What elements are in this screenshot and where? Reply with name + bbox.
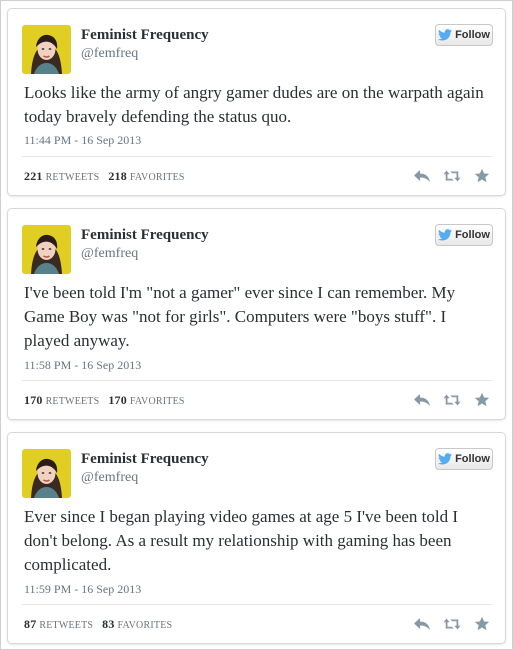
display-name[interactable]: Feminist Frequency (81, 27, 209, 44)
follow-label: Follow (455, 29, 490, 41)
display-name[interactable]: Feminist Frequency (81, 451, 209, 468)
retweets-label: RETWEETS (45, 172, 100, 183)
follow-label: Follow (455, 453, 490, 465)
retweet-icon[interactable] (443, 167, 461, 185)
twitter-bird-icon (438, 453, 453, 465)
divider (22, 604, 493, 605)
favorites-label: FAVORITES (129, 172, 185, 183)
display-name[interactable]: Feminist Frequency (81, 227, 209, 244)
tweet-actions (413, 615, 491, 633)
favorites-label: FAVORITES (117, 620, 173, 631)
retweet-count[interactable]: 221 (24, 169, 43, 183)
reply-icon[interactable] (413, 391, 431, 409)
retweet-count[interactable]: 87 (24, 617, 36, 631)
tweet-card: Feminist Frequency @femfreq Follow I've … (7, 208, 506, 420)
follow-button[interactable]: Follow (435, 448, 493, 470)
user-handle[interactable]: @femfreq (81, 470, 138, 486)
tweet-card: Feminist Frequency @femfreq Follow Ever … (7, 432, 506, 644)
favorite-count[interactable]: 83 (102, 617, 114, 631)
tweet-text: Ever since I began playing video games a… (24, 507, 459, 574)
star-icon[interactable] (473, 167, 491, 185)
tweet-stack: Feminist Frequency @femfreq Follow Looks… (0, 0, 513, 650)
follow-label: Follow (455, 229, 490, 241)
tweet-stats: 170 RETWEETS 170 FAVORITES (24, 393, 191, 408)
star-icon[interactable] (473, 615, 491, 633)
follow-button[interactable]: Follow (435, 24, 493, 46)
divider (22, 156, 493, 157)
favorite-count[interactable]: 218 (108, 169, 127, 183)
divider (22, 380, 493, 381)
tweet-timestamp[interactable]: 11:59 PM - 16 Sep 2013 (24, 582, 141, 597)
user-handle[interactable]: @femfreq (81, 46, 138, 62)
twitter-bird-icon (438, 29, 453, 41)
user-handle[interactable]: @femfreq (81, 246, 138, 262)
favorites-label: FAVORITES (129, 396, 185, 407)
tweet-timestamp[interactable]: 11:44 PM - 16 Sep 2013 (24, 133, 141, 148)
retweet-count[interactable]: 170 (24, 393, 43, 407)
star-icon[interactable] (473, 391, 491, 409)
tweet-text: I've been told I'm "not a gamer" ever si… (24, 283, 456, 350)
tweet-card: Feminist Frequency @femfreq Follow Looks… (7, 8, 506, 196)
retweet-icon[interactable] (443, 391, 461, 409)
reply-icon[interactable] (413, 615, 431, 633)
tweet-text: Looks like the army of angry gamer dudes… (24, 83, 484, 126)
follow-button[interactable]: Follow (435, 224, 493, 246)
tweet-stats: 87 RETWEETS 83 FAVORITES (24, 617, 178, 632)
retweets-label: RETWEETS (39, 620, 94, 631)
tweet-stats: 221 RETWEETS 218 FAVORITES (24, 169, 191, 184)
twitter-bird-icon (438, 229, 453, 241)
reply-icon[interactable] (413, 167, 431, 185)
tweet-actions (413, 391, 491, 409)
retweets-label: RETWEETS (45, 396, 100, 407)
avatar[interactable] (22, 25, 71, 74)
retweet-icon[interactable] (443, 615, 461, 633)
avatar[interactable] (22, 449, 71, 498)
avatar[interactable] (22, 225, 71, 274)
tweet-timestamp[interactable]: 11:58 PM - 16 Sep 2013 (24, 358, 141, 373)
favorite-count[interactable]: 170 (108, 393, 127, 407)
tweet-actions (413, 167, 491, 185)
